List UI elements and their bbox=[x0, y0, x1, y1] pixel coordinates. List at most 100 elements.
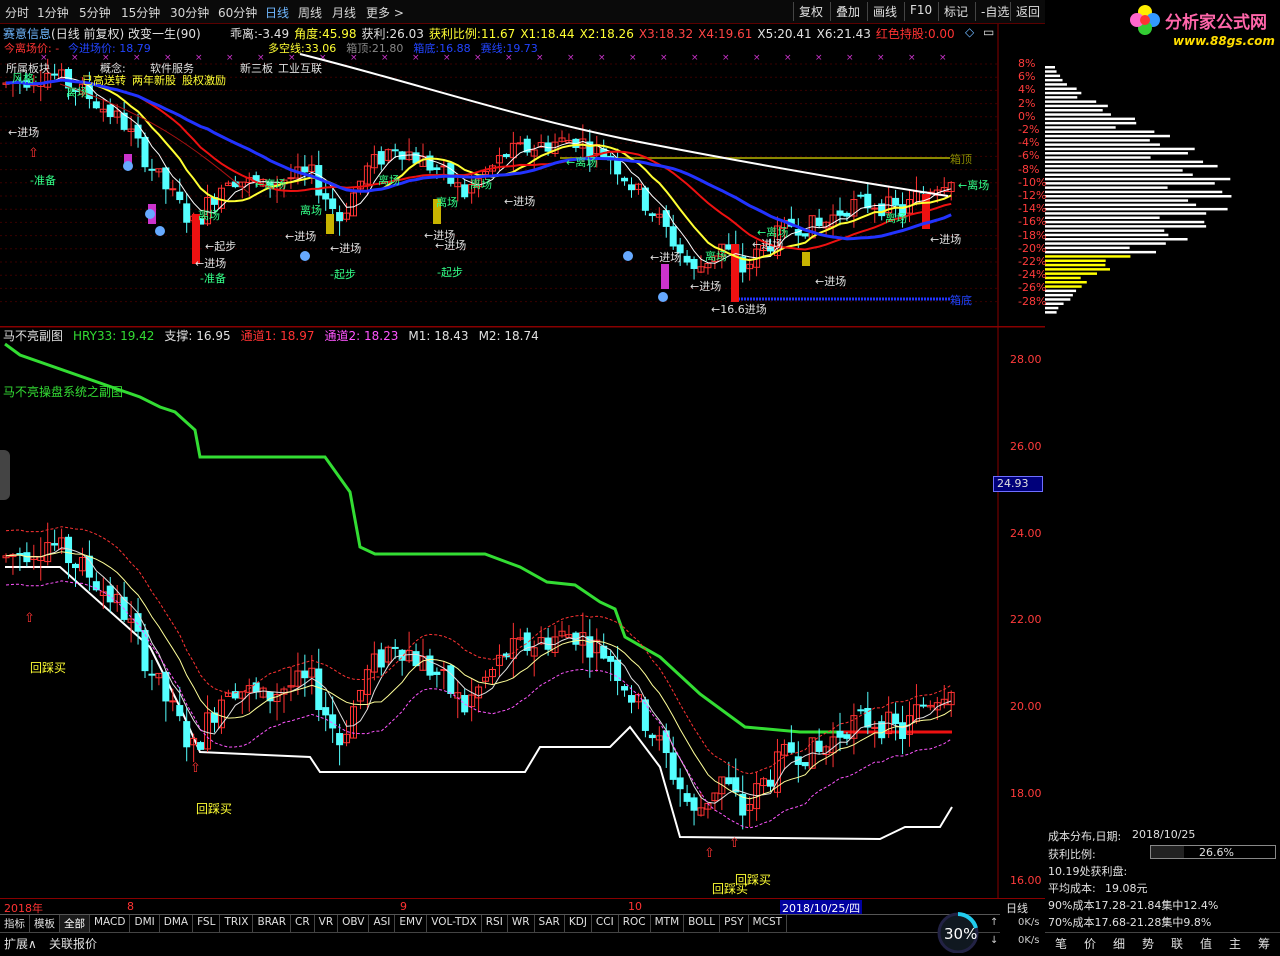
right-tab-2[interactable]: 细 bbox=[1113, 935, 1125, 952]
right-tab-3[interactable]: 势 bbox=[1142, 935, 1154, 952]
hry33-line bbox=[4, 342, 952, 734]
chip-bar bbox=[1045, 160, 1204, 164]
sub-candle-body bbox=[106, 585, 114, 603]
price-tick-0: 28.00 bbox=[1010, 353, 1042, 366]
indicator-tab-fsl[interactable]: FSL bbox=[193, 915, 221, 932]
chip-bar bbox=[1045, 190, 1223, 194]
period-tab-more[interactable]: 更多 > bbox=[366, 4, 404, 21]
expand-button[interactable]: 扩展∧ bbox=[4, 935, 37, 952]
indicator-tab-trix[interactable]: TRIX bbox=[220, 915, 254, 932]
indicator-tab-dmi[interactable]: DMI bbox=[130, 915, 160, 932]
cost-title: 成本分布,日期: bbox=[1048, 830, 1122, 843]
indicator-tab-vol-tdx[interactable]: VOL-TDX bbox=[427, 915, 482, 932]
sub-stat-5: M2: 18.74 bbox=[478, 329, 539, 343]
concept-label-5: 两年新股 bbox=[132, 74, 176, 87]
indicator-tab-dma[interactable]: DMA bbox=[160, 915, 194, 932]
signal-label-exit: 离场 bbox=[378, 174, 400, 187]
main-chart-panel: × × × × × × × × × × × × × × × × × × × × × × × × × × × × × × 赛意信息(日线 前… bbox=[0, 24, 1046, 327]
f10-button[interactable]: F10 bbox=[904, 2, 937, 21]
overlay-button[interactable]: 叠加 bbox=[830, 2, 865, 21]
period-tab-weekly[interactable]: 周线 bbox=[298, 4, 322, 21]
indicator-tab-obv[interactable]: OBV bbox=[338, 915, 370, 932]
indicator-tab-cr[interactable]: CR bbox=[291, 915, 315, 932]
draw-line-button[interactable]: 画线 bbox=[867, 2, 902, 21]
sub-candle-body bbox=[919, 704, 927, 707]
fuquan-button[interactable]: 复权 bbox=[793, 2, 828, 21]
watchlist-button[interactable]: -自选 bbox=[975, 2, 1014, 21]
indicator-tab-boll[interactable]: BOLL bbox=[684, 915, 721, 932]
indicator-tab-psy[interactable]: PSY bbox=[720, 915, 749, 932]
avg-cost-label: 平均成本: bbox=[1048, 882, 1096, 895]
candle-body bbox=[669, 226, 677, 247]
right-tab-6[interactable]: 主 bbox=[1229, 935, 1241, 952]
period-tab-15min[interactable]: 15分钟 bbox=[121, 4, 160, 21]
sub-candle-body bbox=[787, 742, 795, 753]
indicator-tab-emv[interactable]: EMV bbox=[395, 915, 428, 932]
pct-tick-5: -2% bbox=[1018, 123, 1040, 136]
related-quote-button[interactable]: 关联报价 bbox=[49, 935, 97, 952]
indicator-tab-sar[interactable]: SAR bbox=[535, 915, 565, 932]
signal-label-enter: ←进场 bbox=[815, 275, 847, 288]
indicator-tab-全部[interactable]: 全部 bbox=[60, 915, 90, 932]
sub-candle-body bbox=[767, 779, 774, 787]
signal-label-enter: ←进场 bbox=[752, 238, 784, 251]
right-tab-0[interactable]: 笔 bbox=[1055, 935, 1067, 952]
indicator-tab-vr[interactable]: VR bbox=[315, 915, 339, 932]
indicator-tab-指标[interactable]: 指标 bbox=[0, 915, 30, 932]
indicator-tab-模板[interactable]: 模板 bbox=[30, 915, 60, 932]
chip-bar bbox=[1045, 259, 1106, 262]
chip-bar bbox=[1045, 113, 1111, 116]
period-tab-1min[interactable]: 1分钟 bbox=[37, 4, 69, 21]
indicator-tab-macd[interactable]: MACD bbox=[90, 915, 131, 932]
stat-9: X6:21.43 bbox=[816, 27, 871, 41]
indicator-tab-kdj[interactable]: KDJ bbox=[565, 915, 592, 932]
indicator-tab-mcst[interactable]: MCST bbox=[749, 915, 788, 932]
period-tab-monthly[interactable]: 月线 bbox=[332, 4, 356, 21]
sub-candle-body bbox=[447, 665, 455, 694]
candle-body bbox=[301, 166, 309, 173]
right-tab-5[interactable]: 值 bbox=[1200, 935, 1212, 952]
stat2-3: 赛线:19.73 bbox=[480, 42, 538, 55]
chip-bar bbox=[1045, 143, 1160, 146]
right-tab-4[interactable]: 联 bbox=[1171, 935, 1183, 952]
chip-bar bbox=[1045, 152, 1188, 155]
period-tab-30min[interactable]: 30分钟 bbox=[170, 4, 209, 21]
x-marker: × bbox=[660, 53, 668, 63]
side-expand-handle[interactable] bbox=[0, 450, 10, 500]
indicator-tab-roc[interactable]: ROC bbox=[619, 915, 651, 932]
diamond-icon[interactable]: ◇ bbox=[965, 25, 974, 39]
ball-marker bbox=[145, 209, 155, 219]
price-tick-4: 20.00 bbox=[1010, 700, 1042, 714]
period-tab-daily[interactable]: 日线 bbox=[265, 4, 289, 21]
candle-body bbox=[447, 162, 455, 184]
candle-body bbox=[106, 104, 114, 118]
candle-body bbox=[377, 151, 385, 165]
chip-bar bbox=[1045, 121, 1137, 125]
stock-name: 赛意信息 bbox=[3, 27, 52, 41]
indicator-tab-mtm[interactable]: MTM bbox=[651, 915, 685, 932]
sub-candle-body bbox=[51, 543, 59, 546]
chip-bar bbox=[1045, 311, 1057, 314]
sub-candle-body bbox=[648, 734, 656, 739]
stat-0: 乖离:-3.49 bbox=[230, 27, 290, 41]
period-tab-5min[interactable]: 5分钟 bbox=[79, 4, 111, 21]
period-tab-60min[interactable]: 60分钟 bbox=[218, 4, 257, 21]
sub-candle-body bbox=[899, 722, 907, 740]
candle-body bbox=[864, 193, 872, 209]
mark-button[interactable]: 标记 bbox=[938, 2, 973, 21]
indicator-tab-wr[interactable]: WR bbox=[508, 915, 535, 932]
profit-ratio-label: 获利比例: bbox=[1048, 848, 1096, 861]
right-tab-7[interactable]: 筹 bbox=[1258, 935, 1270, 952]
indicator-tab-brar[interactable]: BRAR bbox=[253, 915, 291, 932]
right-tab-1[interactable]: 价 bbox=[1084, 935, 1096, 952]
chip-bar bbox=[1045, 203, 1197, 207]
signal-label-exit: 离场 bbox=[198, 209, 220, 222]
sub-chart-panel: 马不亮副图 HRY33: 19.42 支撑: 16.95 通道1: 18.97 通道2:… bbox=[0, 327, 1045, 898]
back-button[interactable]: 返回 bbox=[1010, 2, 1045, 21]
indicator-tab-asi[interactable]: ASI bbox=[369, 915, 396, 932]
indicator-tab-rsi[interactable]: RSI bbox=[482, 915, 508, 932]
panel-menu-icon[interactable]: ▭ bbox=[983, 25, 994, 39]
price-tick-3: 22.00 bbox=[1010, 613, 1042, 627]
indicator-tab-cci[interactable]: CCI bbox=[592, 915, 619, 932]
period-tab-fenshi[interactable]: 分时 bbox=[5, 4, 29, 21]
